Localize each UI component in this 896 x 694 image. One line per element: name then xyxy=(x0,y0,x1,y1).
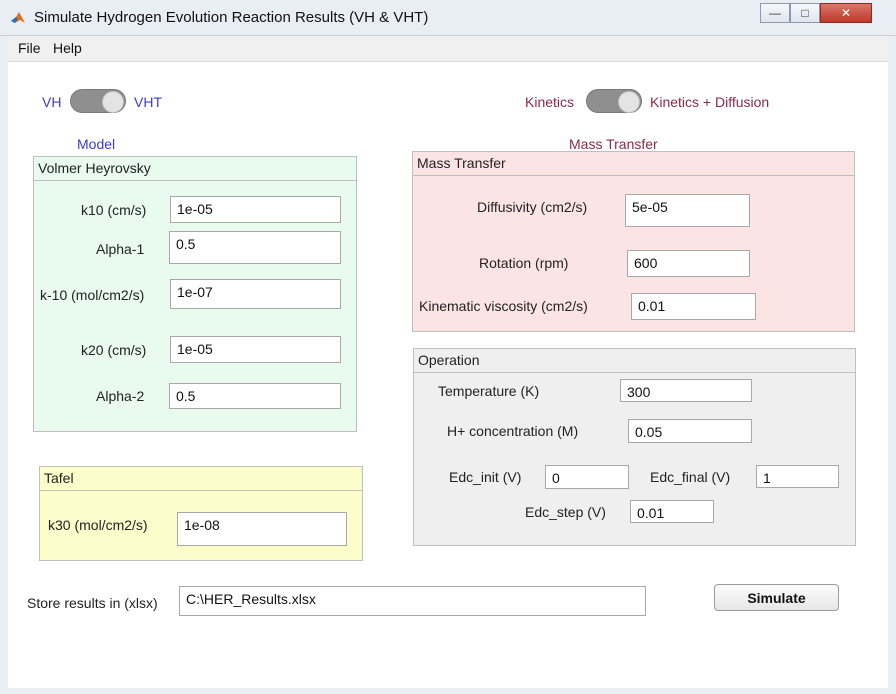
alpha1-label: Alpha-1 xyxy=(96,241,145,257)
toggle-knob xyxy=(618,91,640,113)
k30-label: k30 (mol/cm2/s) xyxy=(48,517,148,533)
menu-help[interactable]: Help xyxy=(53,40,82,56)
toggle-transport-left-label: Kinetics xyxy=(525,94,575,110)
diffusivity-input[interactable]: 5e-05 xyxy=(625,194,750,227)
matlab-icon xyxy=(11,12,25,23)
window-frame-left xyxy=(0,36,8,694)
k30-input[interactable]: 1e-08 xyxy=(177,512,347,546)
edc-final-input[interactable]: 1 xyxy=(756,465,839,488)
alpha2-label: Alpha-2 xyxy=(96,388,145,404)
toggle-knob xyxy=(102,91,124,113)
window-frame-bottom xyxy=(0,688,896,694)
kinematic-viscosity-input[interactable]: 0.01 xyxy=(631,293,756,320)
close-button[interactable]: ✕ xyxy=(820,3,872,23)
store-results-label: Store results in (xlsx) xyxy=(27,595,158,611)
toggle-transport-right-label: Kinetics + Diffusion xyxy=(650,94,770,110)
edc-init-label: Edc_init (V) xyxy=(449,469,522,485)
model-toggle-switch[interactable] xyxy=(70,89,126,113)
h-concentration-input[interactable]: 0.05 xyxy=(628,419,752,443)
k10-label: k10 (cm/s) xyxy=(81,202,147,218)
edc-step-input[interactable]: 0.01 xyxy=(630,500,714,523)
temperature-label: Temperature (K) xyxy=(438,383,540,399)
menu-bar: File Help xyxy=(0,36,896,62)
minimize-button[interactable]: — xyxy=(760,3,790,23)
window-title: Simulate Hydrogen Evolution Reaction Res… xyxy=(34,9,429,26)
rotation-label: Rotation (rpm) xyxy=(479,255,569,271)
k20-label: k20 (cm/s) xyxy=(81,342,147,358)
menu-file[interactable]: File xyxy=(18,40,41,56)
alpha2-input[interactable]: 0.5 xyxy=(169,383,341,409)
mass-transfer-section-label: Mass Transfer xyxy=(569,136,658,152)
edc-final-label: Edc_final (V) xyxy=(650,469,731,485)
model-section-label: Model xyxy=(77,136,116,152)
temperature-input[interactable]: 300 xyxy=(620,379,752,402)
edc-step-label: Edc_step (V) xyxy=(525,504,606,520)
transport-toggle-switch[interactable] xyxy=(586,89,642,113)
rotation-input[interactable]: 600 xyxy=(627,250,750,277)
window-frame-right xyxy=(888,36,896,694)
kinematic-viscosity-label: Kinematic viscosity (cm2/s) xyxy=(419,298,588,314)
diffusivity-label: Diffusivity (cm2/s) xyxy=(477,199,588,215)
k-10-input[interactable]: 1e-07 xyxy=(170,279,341,309)
toggle-model-left-label: VH xyxy=(42,94,62,110)
toggle-model-right-label: VHT xyxy=(134,94,162,110)
k20-input[interactable]: 1e-05 xyxy=(170,336,341,363)
h-concentration-label: H+ concentration (M) xyxy=(447,423,579,439)
operation-panel-title: Operation xyxy=(414,349,855,373)
tafel-panel-title: Tafel xyxy=(40,467,362,491)
title-bar: Simulate Hydrogen Evolution Reaction Res… xyxy=(0,0,896,36)
maximize-button[interactable]: □ xyxy=(790,3,820,23)
simulate-button[interactable]: Simulate xyxy=(714,584,839,611)
k-10-label: k-10 (mol/cm2/s) xyxy=(40,287,145,303)
vh-panel-title: Volmer Heyrovsky xyxy=(34,157,356,181)
window-controls: — □ ✕ xyxy=(760,3,872,23)
alpha1-input[interactable]: 0.5 xyxy=(169,231,341,264)
mass-transfer-panel-title: Mass Transfer xyxy=(413,152,854,176)
store-results-input[interactable]: C:\HER_Results.xlsx xyxy=(179,586,646,616)
k10-input[interactable]: 1e-05 xyxy=(170,196,341,223)
edc-init-input[interactable]: 0 xyxy=(545,465,629,489)
